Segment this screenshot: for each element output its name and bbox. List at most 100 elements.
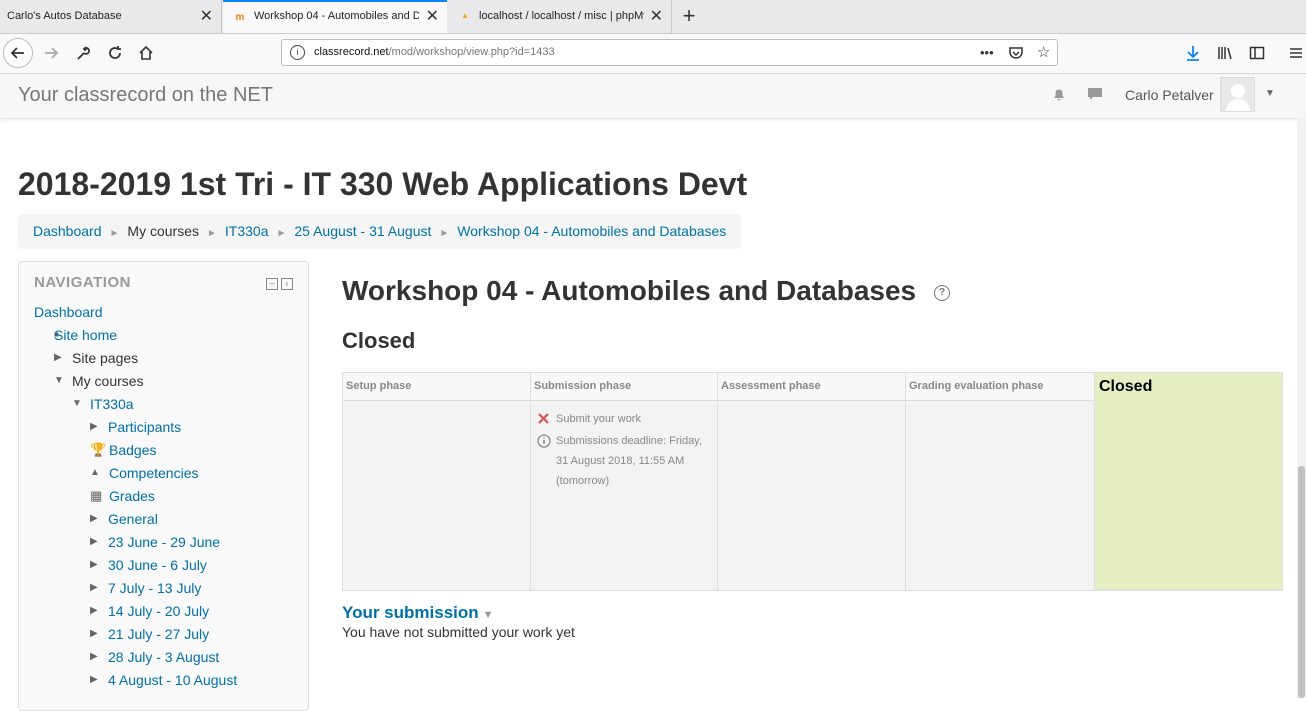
expand-arrow-icon[interactable]: ▶ xyxy=(90,555,98,575)
library-icon xyxy=(1218,47,1232,60)
downloads-button[interactable] xyxy=(1179,39,1207,67)
nav-item-site-home[interactable]: Site home xyxy=(54,325,117,345)
expand-arrow-icon[interactable]: ▶ xyxy=(90,647,98,667)
page-scrollbar[interactable] xyxy=(1297,118,1306,698)
tab-carlos-autos[interactable]: Carlo's Autos Database ✕ xyxy=(0,0,222,33)
phase-title: Submission phase xyxy=(531,373,717,401)
moodle-favicon-icon: m xyxy=(235,12,245,23)
phase-setup: Setup phase xyxy=(343,373,531,590)
new-tab-button[interactable]: + xyxy=(678,0,700,33)
collapse-block-icon[interactable]: – xyxy=(266,278,278,290)
forward-button[interactable] xyxy=(37,39,65,67)
competencies-icon: ▲ xyxy=(90,467,100,478)
breadcrumb: Dashboard ► My courses ► IT330a ► 25 August - … xyxy=(18,214,742,249)
back-button[interactable] xyxy=(3,38,33,68)
phase-title: Setup phase xyxy=(343,373,530,401)
nav-item-general[interactable]: General xyxy=(108,509,158,529)
expand-arrow-icon[interactable]: ▶ xyxy=(90,532,98,552)
nav-item-7-july-13-july[interactable]: 7 July - 13 July xyxy=(108,578,201,598)
url-text[interactable]: classrecord.net/mod/workshop/view.php?id… xyxy=(314,40,555,65)
task-text: Submit your work xyxy=(556,413,641,425)
close-tab-icon[interactable]: ✕ xyxy=(650,0,663,33)
phpmyadmin-favicon-icon: ▲ xyxy=(461,11,469,20)
nav-item-participants[interactable]: Participants xyxy=(108,417,181,437)
nav-item-it330a[interactable]: IT330a xyxy=(90,394,134,414)
current-phase-heading: Closed xyxy=(342,328,416,353)
phase-submission: Submission phase Submit your work Submis… xyxy=(531,373,718,590)
menu-button[interactable] xyxy=(1282,39,1306,67)
nav-item-site-pages[interactable]: Site pages xyxy=(72,348,138,368)
breadcrumb-dashboard[interactable]: Dashboard xyxy=(33,223,102,239)
site-info-icon[interactable]: i xyxy=(290,45,305,60)
breadcrumb-course[interactable]: IT330a xyxy=(225,223,269,239)
wrench-icon xyxy=(77,46,90,60)
navigation-heading: NAVIGATION xyxy=(34,274,131,291)
nav-item-dashboard[interactable]: Dashboard xyxy=(34,302,103,322)
nav-item-label: My courses xyxy=(72,373,144,389)
reload-button[interactable] xyxy=(101,39,129,67)
breadcrumb-activity[interactable]: Workshop 04 - Automobiles and Databases xyxy=(457,223,726,239)
nav-item-label: Site home xyxy=(54,327,118,343)
nav-item-my-courses[interactable]: My courses xyxy=(72,371,144,391)
nav-item-badges[interactable]: Badges xyxy=(109,440,156,460)
sidebar-button[interactable] xyxy=(1243,39,1271,67)
avatar[interactable] xyxy=(1220,77,1255,112)
nav-item-30-june-6-july[interactable]: 30 June - 6 July xyxy=(108,555,207,575)
nav-item-label: Competencies xyxy=(109,465,199,481)
hamburger-icon xyxy=(1290,48,1302,58)
expand-arrow-icon[interactable]: ▶ xyxy=(90,417,98,437)
user-name[interactable]: Carlo Petalver xyxy=(1125,74,1214,116)
expand-arrow-icon[interactable]: ▶ xyxy=(90,670,98,690)
workshop-planner: Setup phase Submission phase Submit your… xyxy=(342,372,1283,591)
tab-title: Workshop 04 - Automobiles and Da xyxy=(254,10,419,22)
messages-icon[interactable] xyxy=(1087,86,1103,106)
close-tab-icon[interactable]: ✕ xyxy=(426,2,439,31)
tab-phpmyadmin[interactable]: ▲ localhost / localhost / misc | phpMy ✕ xyxy=(448,0,672,33)
breadcrumb-section[interactable]: 25 August - 31 August xyxy=(294,223,431,239)
home-icon xyxy=(139,45,153,60)
phase-assessment: Assessment phase xyxy=(718,373,906,590)
sidebar-icon xyxy=(1249,46,1265,60)
page-actions-icon[interactable]: ••• xyxy=(980,40,994,65)
breadcrumb-separator-icon: ► xyxy=(276,228,287,239)
nav-item-label: 7 July - 13 July xyxy=(108,580,202,596)
nav-item-23-june-29-june[interactable]: 23 June - 29 June xyxy=(108,532,220,552)
home-button[interactable] xyxy=(132,39,160,67)
collapse-arrow-icon[interactable]: ▼ xyxy=(72,394,82,414)
nav-item-label: Grades xyxy=(109,488,155,504)
expand-arrow-icon[interactable]: ▶ xyxy=(90,624,98,644)
nav-item-28-july-3-august[interactable]: 28 July - 3 August xyxy=(108,647,219,667)
notifications-icon[interactable] xyxy=(1051,86,1067,106)
library-button[interactable] xyxy=(1211,39,1239,67)
collapse-arrow-icon[interactable]: ▼ xyxy=(54,371,64,391)
breadcrumb-separator-icon: ► xyxy=(439,228,450,239)
nav-item-4-august-10-august[interactable]: 4 August - 10 August xyxy=(108,670,237,690)
bookmark-star-icon[interactable]: ☆ xyxy=(1037,40,1050,65)
browser-tab-bar: Carlo's Autos Database ✕ m Workshop 04 -… xyxy=(0,0,1306,34)
grades-table-icon: ▦ xyxy=(90,488,103,503)
user-menu-caret-icon[interactable]: ▼ xyxy=(1265,88,1275,99)
tools-button[interactable] xyxy=(69,39,97,67)
site-header: Your classrecord on the NET Carlo Petalv… xyxy=(0,74,1306,119)
nav-item-label: Participants xyxy=(108,419,182,435)
expand-arrow-icon[interactable]: ▶ xyxy=(90,509,98,529)
pocket-icon[interactable] xyxy=(1009,40,1023,68)
dock-block-icon[interactable]: ‹ xyxy=(281,278,293,290)
scrollbar-thumb[interactable] xyxy=(1298,466,1305,698)
task-text: Submissions deadline: Friday, 31 August … xyxy=(556,435,702,487)
reload-icon xyxy=(109,46,121,59)
nav-item-label: 28 July - 3 August xyxy=(108,649,220,665)
nav-item-competencies[interactable]: Competencies xyxy=(109,463,199,483)
site-name[interactable]: Your classrecord on the NET xyxy=(18,74,273,116)
nav-item-21-july-27-july[interactable]: 21 July - 27 July xyxy=(108,624,209,644)
nav-item-14-july-20-july[interactable]: 14 July - 20 July xyxy=(108,601,209,621)
address-bar[interactable]: i classrecord.net/mod/workshop/view.php?… xyxy=(281,39,1058,66)
help-icon[interactable]: ? xyxy=(934,285,950,301)
expand-arrow-icon[interactable]: ▶ xyxy=(54,348,62,368)
breadcrumb-separator-icon: ► xyxy=(206,228,217,239)
expand-arrow-icon[interactable]: ▶ xyxy=(90,578,98,598)
nav-item-grades[interactable]: Grades xyxy=(109,486,155,506)
expand-arrow-icon[interactable]: ▶ xyxy=(90,601,98,621)
tab-workshop[interactable]: m Workshop 04 - Automobiles and Da ✕ xyxy=(223,0,447,33)
close-tab-icon[interactable]: ✕ xyxy=(200,0,213,33)
